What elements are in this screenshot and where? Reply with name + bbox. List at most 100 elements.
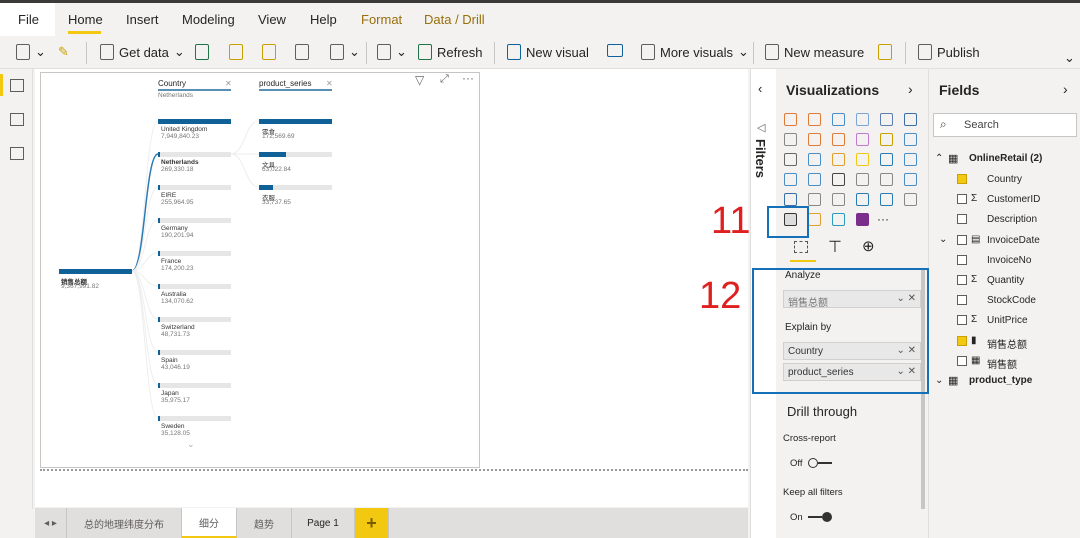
excel-button[interactable] [195, 44, 209, 60]
visual-type-icon[interactable] [808, 193, 821, 206]
add-page-button[interactable]: + [355, 508, 389, 538]
get-data-button[interactable]: Get data ⌄ [100, 44, 185, 60]
page-tab[interactable]: 总的地理纬度分布 [67, 508, 182, 538]
table-name[interactable]: product_type [969, 375, 1032, 386]
field-name[interactable]: Country [987, 174, 1022, 185]
visual-type-icon[interactable] [856, 153, 869, 166]
fields-search-input[interactable]: ⌕ Search [933, 113, 1077, 137]
format-painter-button[interactable]: ✎ [58, 44, 69, 60]
visual-type-icon[interactable] [808, 113, 821, 126]
page-tab-active[interactable]: 细分 [182, 508, 237, 538]
more-visuals-ellipsis[interactable]: ··· [877, 212, 889, 226]
visual-type-icon[interactable] [832, 133, 845, 146]
node-bar[interactable] [158, 251, 160, 256]
page-scroll-arrows[interactable]: ◂ ▸ [35, 508, 67, 538]
expand-left-chevron-icon[interactable]: ‹ [758, 81, 762, 96]
tab-home[interactable]: Home [68, 12, 103, 27]
node-bar[interactable] [158, 350, 160, 355]
field-checkbox[interactable] [957, 295, 967, 306]
visual-type-icon[interactable] [856, 213, 869, 226]
node-label[interactable]: Sweden [161, 423, 185, 430]
new-visual-button[interactable]: New visual [507, 44, 589, 60]
node-bar[interactable] [158, 416, 160, 421]
field-checkbox[interactable] [957, 174, 967, 184]
tab-help[interactable]: Help [310, 12, 337, 27]
node-bar[interactable] [259, 119, 332, 124]
visual-type-icon[interactable] [808, 173, 821, 186]
fields-tab-icon[interactable] [794, 241, 808, 253]
node-label[interactable]: Japan [161, 390, 179, 397]
field-checkbox[interactable] [957, 214, 967, 225]
visual-type-icon[interactable] [832, 213, 845, 226]
field-checkbox[interactable] [957, 254, 967, 265]
node-bar[interactable] [158, 119, 231, 124]
visual-type-icon[interactable] [856, 193, 869, 206]
visual-type-icon[interactable] [832, 193, 845, 206]
recent-sources-button[interactable]: ⌄ [330, 44, 360, 60]
collapse-chevron-icon[interactable]: › [908, 81, 913, 97]
visual-type-icon[interactable] [808, 153, 821, 166]
field-checkbox[interactable] [957, 194, 967, 205]
node-bar[interactable] [158, 185, 161, 190]
field-checkbox[interactable] [957, 275, 967, 285]
visual-type-icon[interactable] [808, 133, 821, 146]
field-name[interactable]: StockCode [987, 295, 1036, 306]
node-label[interactable]: EIRE [161, 192, 176, 199]
decomposition-tree-visual[interactable]: ▽ ⤢ ··· 销售总额 9,367,991.82 Country ✕ Netherla… [40, 71, 480, 468]
tab-data-drill[interactable]: Data / Drill [424, 12, 485, 27]
expand-chevron-icon[interactable]: ⌄ [939, 234, 947, 245]
visual-type-icon[interactable] [856, 133, 869, 146]
visual-type-icon[interactable] [784, 173, 797, 186]
tab-modeling[interactable]: Modeling [182, 12, 235, 27]
field-name[interactable]: 销售额 [987, 356, 1017, 371]
visual-type-icon[interactable] [880, 173, 893, 186]
visual-type-icon[interactable] [784, 193, 797, 206]
collapse-ribbon-button[interactable]: ⌄ [1064, 50, 1075, 66]
visual-type-icon[interactable] [832, 173, 845, 186]
expand-chevron-icon[interactable]: ⌃ [935, 153, 943, 164]
field-name[interactable]: 销售总额 [987, 336, 1027, 351]
visual-type-icon[interactable] [904, 173, 917, 186]
page-tab[interactable]: Page 1 [292, 508, 355, 538]
node-bar[interactable] [259, 152, 286, 157]
field-checkbox[interactable] [957, 335, 967, 346]
field-name[interactable]: Description [987, 214, 1037, 225]
field-name[interactable]: InvoiceDate [987, 235, 1040, 246]
node-bar[interactable] [158, 284, 160, 289]
refresh-button[interactable]: Refresh [418, 44, 483, 60]
node-label[interactable]: France [161, 258, 181, 265]
visual-type-icon[interactable] [784, 153, 797, 166]
visual-type-icon[interactable] [784, 113, 797, 126]
tab-format[interactable]: Format [361, 12, 402, 27]
visual-type-icon[interactable] [880, 133, 893, 146]
field-name[interactable]: CustomerID [987, 194, 1040, 205]
remove-level-icon[interactable]: ✕ [225, 79, 232, 88]
visual-type-icon[interactable] [904, 113, 917, 126]
enter-data-button[interactable] [295, 44, 309, 60]
new-measure-button[interactable]: New measure [765, 44, 864, 60]
quick-measure-button[interactable] [878, 44, 892, 60]
field-name[interactable]: InvoiceNo [987, 255, 1031, 266]
dataset-button[interactable] [229, 44, 243, 60]
more-visuals-button[interactable]: More visuals ⌄ [641, 44, 749, 60]
collapse-chevron-icon[interactable]: › [1063, 81, 1068, 97]
data-view-icon[interactable] [10, 113, 24, 126]
node-label[interactable]: Switzerland [161, 324, 195, 331]
node-bar[interactable] [259, 185, 274, 190]
field-checkbox[interactable] [957, 234, 967, 245]
visual-type-icon[interactable] [904, 133, 917, 146]
transform-data-button[interactable]: ⌄ [377, 44, 407, 60]
tab-view[interactable]: View [258, 12, 286, 27]
visual-type-icon[interactable] [880, 193, 893, 206]
visual-type-icon[interactable] [784, 133, 797, 146]
tab-insert[interactable]: Insert [126, 12, 159, 27]
scroll-down-chevron-icon[interactable]: ⌄ [187, 439, 195, 450]
root-node-bar[interactable] [59, 269, 132, 274]
tab-file[interactable]: File [18, 12, 39, 27]
visual-type-icon[interactable] [856, 173, 869, 186]
node-label[interactable]: United Kingdom [161, 126, 207, 133]
node-label[interactable]: Spain [161, 357, 178, 364]
visual-type-icon[interactable] [832, 153, 845, 166]
keep-filters-toggle[interactable] [808, 512, 834, 522]
node-bar[interactable] [158, 317, 160, 322]
